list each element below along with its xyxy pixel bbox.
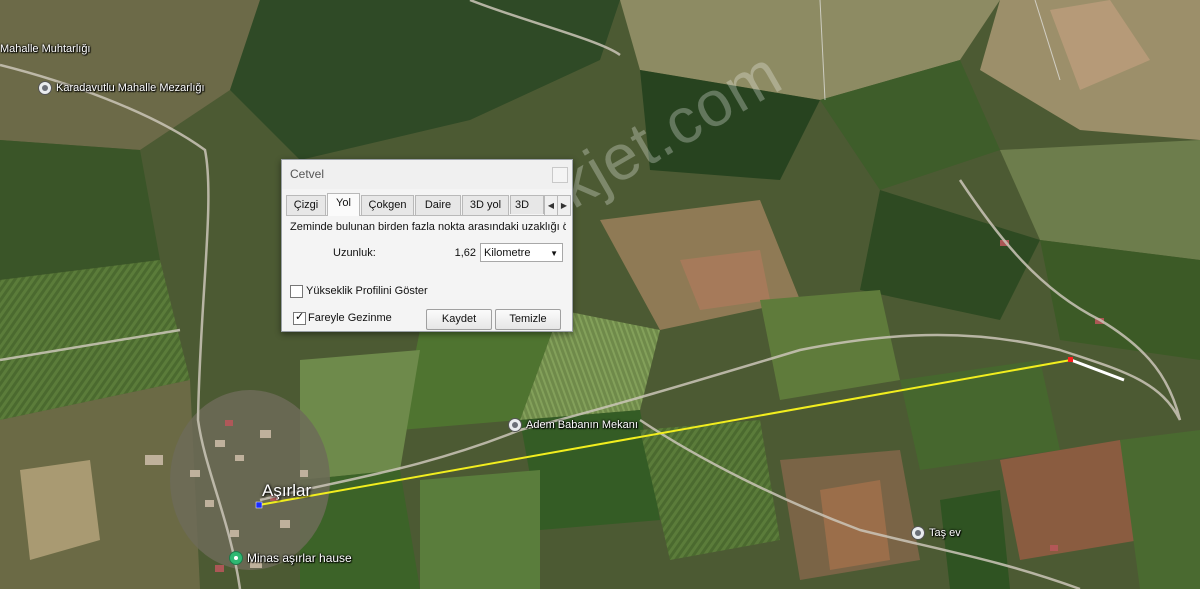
place-label-muhtarligi[interactable]: Mahalle Muhtarlığı <box>0 43 91 55</box>
length-value: 1,62 <box>454 247 476 259</box>
place-label-mezarligi[interactable]: Karadavutlu Mahalle Mezarlığı <box>38 81 205 95</box>
place-label-text: Karadavutlu Mahalle Mezarlığı <box>56 82 205 94</box>
tab-scroll-left-icon[interactable]: ◀ <box>544 195 558 216</box>
place-label-minas[interactable]: Minas aşırlar hause <box>229 551 352 565</box>
place-label-adem[interactable]: Adem Babanın Mekanı <box>508 418 638 432</box>
chevron-down-icon: ▼ <box>550 249 558 258</box>
mouse-nav-label: Fareyle Gezinme <box>308 312 392 324</box>
mouse-nav-checkbox[interactable] <box>293 310 306 325</box>
dialog-title-bar[interactable]: Cetvel <box>282 160 572 189</box>
close-button[interactable] <box>552 167 568 183</box>
place-pin-icon <box>38 81 52 95</box>
tab-cokgen[interactable]: Çokgen <box>361 195 414 215</box>
place-label-text: Taş ev <box>929 527 961 539</box>
place-label-text: Mahalle Muhtarlığı <box>0 43 91 55</box>
tab-cizgi[interactable]: Çizgi <box>286 195 326 215</box>
unit-select[interactable]: Kilometre ▼ <box>480 243 563 262</box>
place-pin-icon <box>911 526 925 540</box>
unit-select-value: Kilometre <box>484 247 531 259</box>
tab-bar: Çizgi Yol Çokgen Daire 3D yol 3D po ◀ ▶ <box>286 193 571 216</box>
tab-3d-poligon[interactable]: 3D po <box>510 195 544 214</box>
tab-daire[interactable]: Daire <box>415 195 461 215</box>
length-label: Uzunluk: <box>333 247 376 259</box>
tab-yol[interactable]: Yol <box>327 193 360 216</box>
place-pin-icon <box>229 551 243 565</box>
measure-end-point[interactable] <box>1068 357 1073 362</box>
ruler-dialog: Cetvel Çizgi Yol Çokgen Daire 3D yol 3D … <box>281 159 573 332</box>
measure-start-point[interactable] <box>255 501 263 509</box>
place-label-text: Adem Babanın Mekanı <box>526 419 638 431</box>
place-label-text: Minas aşırlar hause <box>247 551 352 565</box>
place-label-tas-ev[interactable]: Taş ev <box>911 526 961 540</box>
elevation-profile-label: Yükseklik Profilini Göster <box>306 285 428 297</box>
clear-button[interactable]: Temizle <box>495 309 561 330</box>
dialog-title: Cetvel <box>290 167 325 181</box>
tab-3d-yol[interactable]: 3D yol <box>462 195 509 215</box>
tab-scroll-right-icon[interactable]: ▶ <box>557 195 571 216</box>
measure-description: Zeminde bulunan birden fazla nokta arası… <box>290 221 566 233</box>
elevation-profile-checkbox[interactable] <box>290 285 303 298</box>
save-button[interactable]: Kaydet <box>426 309 492 330</box>
town-label-asirlar[interactable]: Aşırlar <box>262 481 311 501</box>
place-pin-icon <box>508 418 522 432</box>
